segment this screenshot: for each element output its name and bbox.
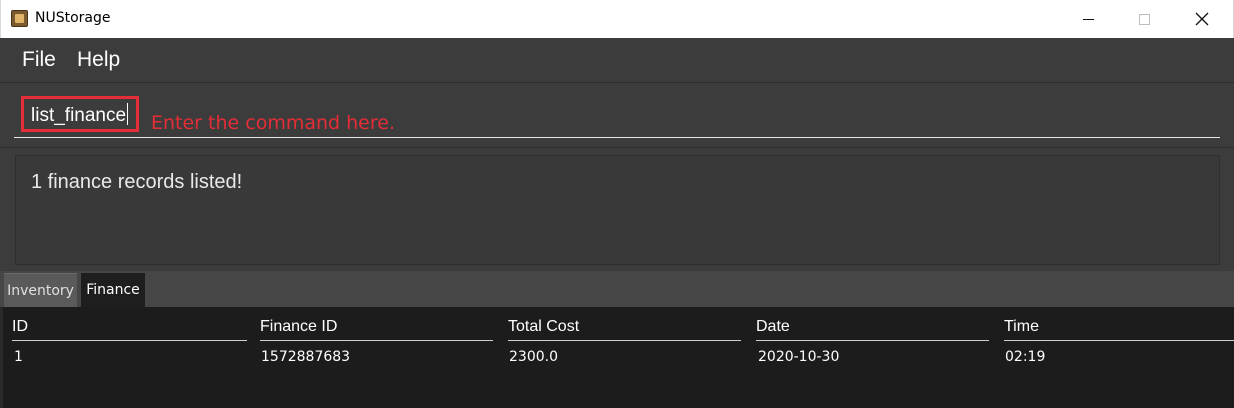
column-divider — [756, 340, 989, 341]
column-divider — [260, 340, 493, 341]
app-icon — [11, 10, 28, 27]
tab-inventory[interactable]: Inventory — [4, 273, 77, 307]
column-divider — [508, 340, 741, 341]
text-caret — [127, 103, 129, 125]
cell-id: 1 — [14, 349, 23, 365]
cell-finance-id: 1572887683 — [261, 349, 351, 365]
maximize-button[interactable] — [1121, 0, 1167, 38]
result-display[interactable]: 1 finance records listed! — [15, 155, 1220, 265]
tab-finance[interactable]: Finance — [81, 273, 145, 307]
close-icon — [1195, 12, 1209, 26]
command-hint: Enter the command here. — [151, 112, 395, 134]
column-header-date[interactable]: Date — [756, 318, 790, 336]
result-display-area: 1 finance records listed! — [0, 149, 1234, 271]
command-area: list_finance Enter the command here. — [0, 84, 1234, 148]
cell-date: 2020-10-30 — [758, 349, 840, 365]
menu-help[interactable]: Help — [77, 48, 120, 72]
column-divider — [12, 340, 247, 341]
menu-bar: File Help — [0, 38, 1234, 83]
cell-total-cost: 2300.0 — [509, 349, 558, 365]
column-header-finance-id[interactable]: Finance ID — [260, 318, 337, 336]
close-button[interactable] — [1179, 0, 1225, 38]
minimize-icon — [1082, 18, 1094, 20]
cell-time: 02:19 — [1005, 349, 1046, 365]
minimize-button[interactable] — [1065, 0, 1111, 38]
finance-table: ID Finance ID Total Cost Date Time 1 157… — [0, 307, 1234, 408]
column-header-id[interactable]: ID — [12, 318, 28, 336]
column-divider — [1004, 340, 1234, 341]
command-input[interactable]: list_finance — [31, 103, 129, 127]
column-header-time[interactable]: Time — [1004, 318, 1039, 336]
result-message: 1 finance records listed! — [31, 171, 243, 193]
column-header-total-cost[interactable]: Total Cost — [508, 318, 579, 336]
title-bar: NUStorage — [0, 0, 1234, 38]
window-title: NUStorage — [35, 10, 111, 26]
command-input-value: list_finance — [31, 105, 127, 126]
menu-file[interactable]: File — [22, 48, 56, 72]
tab-bar: Inventory Finance — [0, 271, 1234, 307]
command-input-underline — [14, 137, 1220, 138]
maximize-icon — [1138, 13, 1150, 25]
